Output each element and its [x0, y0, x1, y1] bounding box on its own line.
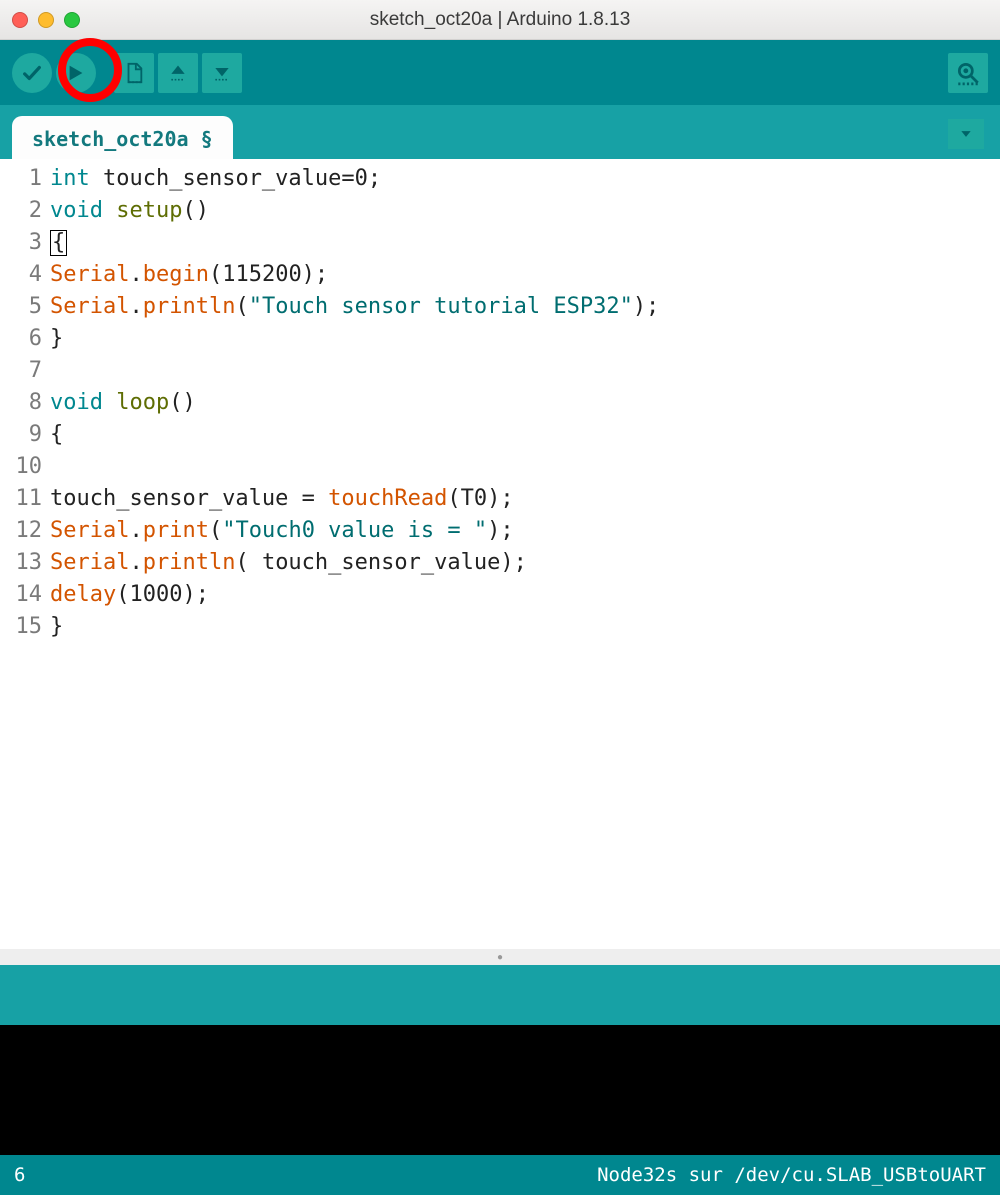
- code-area[interactable]: int touch_sensor_value=0;void setup(){Se…: [50, 159, 659, 949]
- code-editor[interactable]: 123456789101112131415 int touch_sensor_v…: [0, 159, 1000, 949]
- arrow-right-icon: [65, 62, 87, 84]
- code-line[interactable]: void setup(): [50, 195, 659, 227]
- line-number: 15: [0, 611, 42, 643]
- board-port-status: Node32s sur /dev/cu.SLAB_USBtoUART: [597, 1164, 986, 1186]
- arrow-up-icon: [168, 62, 188, 84]
- line-number: 11: [0, 483, 42, 515]
- line-number: 6: [0, 323, 42, 355]
- line-number: 9: [0, 419, 42, 451]
- sketch-tab[interactable]: sketch_oct20a §: [12, 116, 233, 159]
- close-window-button[interactable]: [12, 12, 28, 28]
- code-line[interactable]: {: [50, 419, 659, 451]
- output-console[interactable]: [0, 1025, 1000, 1155]
- code-line[interactable]: Serial.println( touch_sensor_value);: [50, 547, 659, 579]
- line-number: 10: [0, 451, 42, 483]
- serial-monitor-button[interactable]: [948, 53, 988, 93]
- line-number-gutter: 123456789101112131415: [0, 159, 50, 949]
- open-sketch-button[interactable]: [158, 53, 198, 93]
- line-number: 7: [0, 355, 42, 387]
- window-titlebar: sketch_oct20a | Arduino 1.8.13: [0, 0, 1000, 40]
- line-number: 4: [0, 259, 42, 291]
- line-number: 14: [0, 579, 42, 611]
- file-icon: [123, 62, 145, 84]
- tab-bar: sketch_oct20a §: [0, 105, 1000, 159]
- upload-button[interactable]: [56, 53, 96, 93]
- verify-button[interactable]: [12, 53, 52, 93]
- code-line[interactable]: Serial.begin(115200);: [50, 259, 659, 291]
- line-number: 12: [0, 515, 42, 547]
- code-line[interactable]: int touch_sensor_value=0;: [50, 163, 659, 195]
- line-number: 8: [0, 387, 42, 419]
- code-line[interactable]: }: [50, 323, 659, 355]
- minimize-window-button[interactable]: [38, 12, 54, 28]
- window-title: sketch_oct20a | Arduino 1.8.13: [370, 9, 631, 31]
- line-number: 1: [0, 163, 42, 195]
- code-line[interactable]: delay(1000);: [50, 579, 659, 611]
- tab-menu-button[interactable]: [948, 119, 984, 149]
- new-sketch-button[interactable]: [114, 53, 154, 93]
- status-message-bar: [0, 965, 1000, 1025]
- footer-status-bar: 6 Node32s sur /dev/cu.SLAB_USBtoUART: [0, 1155, 1000, 1195]
- line-number: 3: [0, 227, 42, 259]
- code-line[interactable]: Serial.println("Touch sensor tutorial ES…: [50, 291, 659, 323]
- toolbar: [0, 40, 1000, 105]
- serial-monitor-icon: [955, 60, 981, 86]
- code-line[interactable]: [50, 451, 659, 483]
- chevron-down-icon: [957, 127, 975, 141]
- code-line[interactable]: }: [50, 611, 659, 643]
- cursor-line-number: 6: [14, 1164, 25, 1186]
- check-icon: [21, 62, 43, 84]
- traffic-light-buttons: [12, 12, 80, 28]
- line-number: 13: [0, 547, 42, 579]
- code-line[interactable]: {: [50, 227, 659, 259]
- pane-drag-handle[interactable]: ●: [0, 949, 1000, 965]
- code-line[interactable]: void loop(): [50, 387, 659, 419]
- line-number: 5: [0, 291, 42, 323]
- code-line[interactable]: Serial.print("Touch0 value is = ");: [50, 515, 659, 547]
- save-sketch-button[interactable]: [202, 53, 242, 93]
- code-line[interactable]: [50, 355, 659, 387]
- line-number: 2: [0, 195, 42, 227]
- zoom-window-button[interactable]: [64, 12, 80, 28]
- arrow-down-icon: [212, 62, 232, 84]
- code-line[interactable]: touch_sensor_value = touchRead(T0);: [50, 483, 659, 515]
